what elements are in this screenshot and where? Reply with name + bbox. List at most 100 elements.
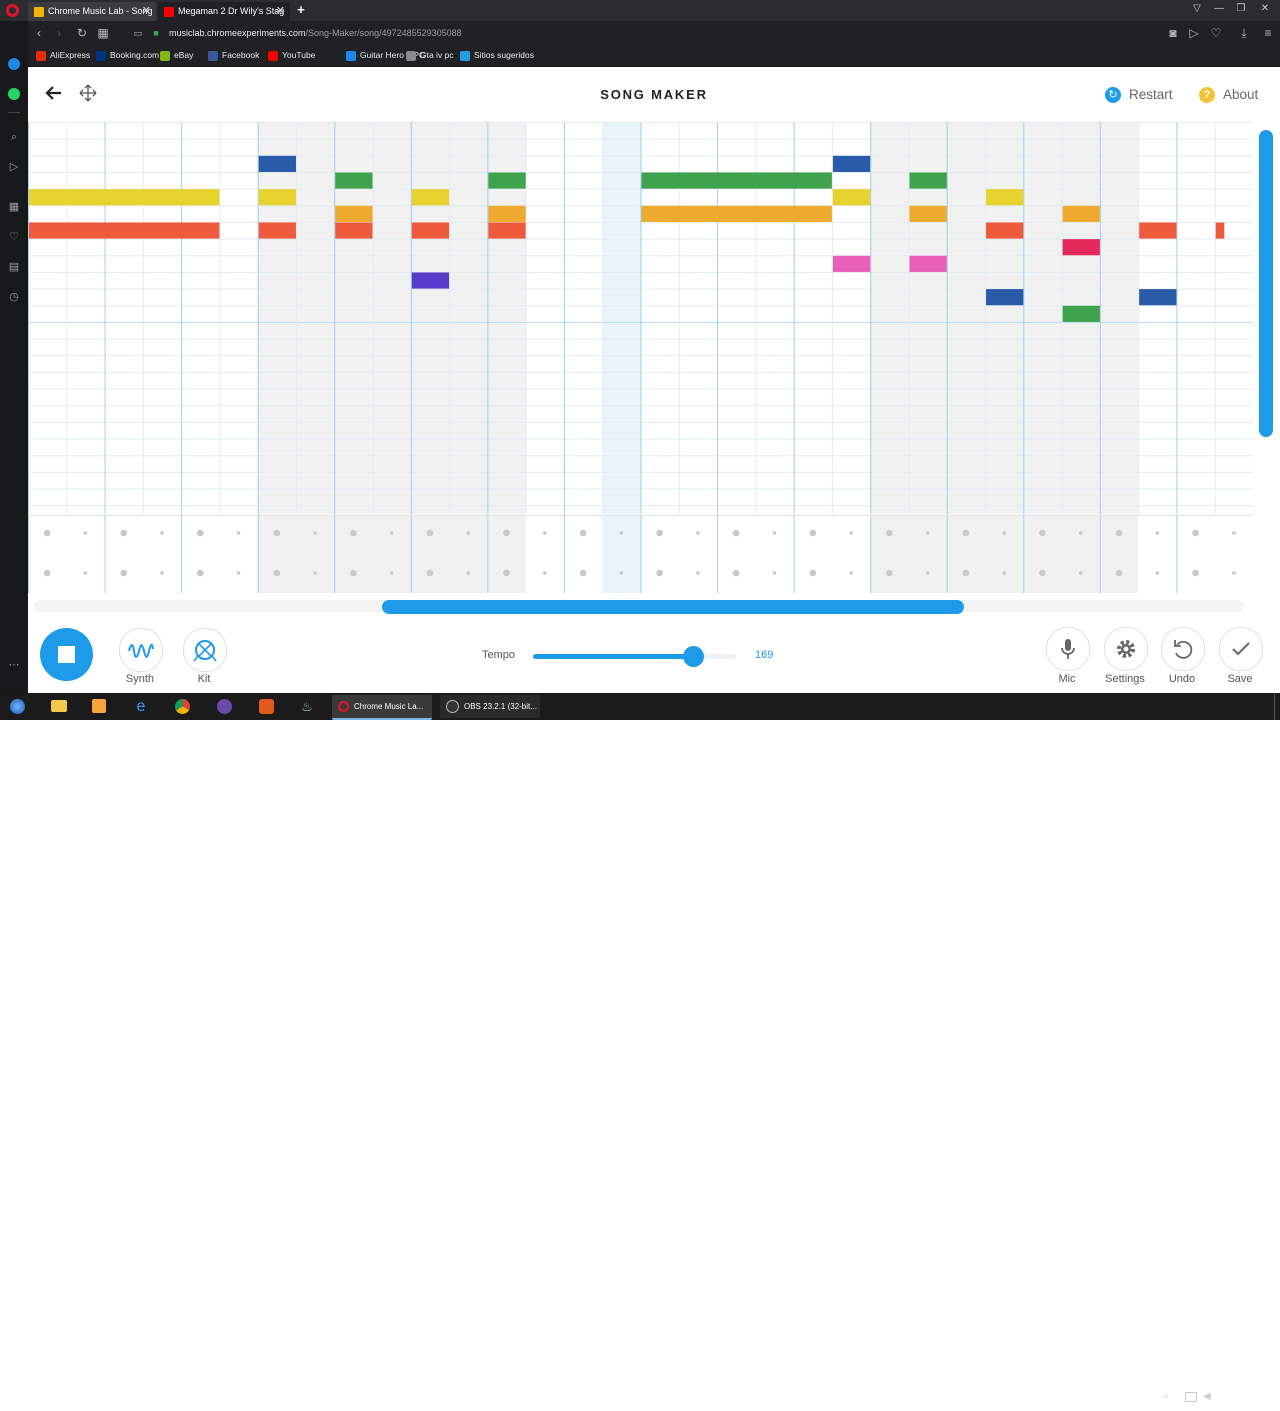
drum-dot[interactable] [962,569,970,577]
drum-dot[interactable] [619,571,624,575]
drum-dot[interactable] [350,529,357,537]
drum-dot[interactable] [503,529,510,537]
drum-dot[interactable] [542,531,547,535]
rhythm-grid[interactable] [28,515,1253,593]
save-button[interactable] [1219,627,1263,671]
drum-dot[interactable] [1115,569,1123,577]
drum-dot[interactable] [160,571,164,575]
drum-dot[interactable] [1115,529,1123,537]
show-desktop-button[interactable] [1274,693,1279,720]
search-icon[interactable]: ⌕ [6,129,22,145]
drum-dot[interactable] [1002,571,1006,575]
note-cell[interactable] [29,189,220,206]
note-cell[interactable] [986,289,1024,306]
maximize-icon[interactable]: ❐ [1232,2,1250,16]
horizontal-scrollbar[interactable] [382,600,964,614]
steam-icon[interactable]: ♨ [294,695,320,718]
drum-dot[interactable] [1078,531,1083,535]
more-icon[interactable]: ⋯ [6,657,22,673]
clock-time[interactable]: 13:08 [1226,1390,1262,1399]
drum-dot[interactable] [542,571,547,575]
tempo-knob[interactable] [683,646,705,667]
note-cell[interactable] [335,205,373,222]
note-cell[interactable] [488,205,526,222]
drum-dot[interactable] [1232,531,1236,535]
internet-explorer-icon[interactable]: e [128,695,154,718]
close-icon[interactable]: ✕ [142,2,151,21]
bookmark-item[interactable]: Booking.com [96,48,159,63]
news-icon[interactable]: ▤ [6,259,22,275]
drum-dot[interactable] [389,531,394,535]
note-cell[interactable] [411,222,450,239]
mic-button[interactable] [1046,627,1090,671]
drum-dot[interactable] [196,569,204,577]
vpn-icon[interactable]: ▭ [130,25,146,41]
drum-dot[interactable] [656,529,663,537]
drum-dot[interactable] [619,531,624,535]
settings-button[interactable] [1104,627,1148,671]
drum-dot[interactable] [196,529,204,537]
taskbar-item-chrome-music-lab[interactable]: Chrome Music La... [332,695,432,720]
drum-dot[interactable] [809,569,817,577]
drum-dot[interactable] [313,531,317,535]
messenger-icon[interactable] [6,58,22,74]
plus-icon[interactable]: + [294,2,308,18]
note-cell[interactable] [1062,239,1100,256]
bookmark-item[interactable]: eBay [160,48,193,63]
clock-date[interactable]: 22/08/2019 [1219,1402,1269,1411]
drum-dot[interactable] [120,529,128,537]
drum-dot[interactable] [83,571,88,575]
note-cell[interactable] [1062,305,1100,322]
drum-dot[interactable] [962,529,970,537]
send-icon[interactable]: ▷ [6,159,22,175]
drum-dot[interactable] [849,531,853,535]
drum-dot[interactable] [809,529,817,537]
note-cell[interactable] [1139,289,1177,306]
kit-button[interactable] [183,628,227,672]
note-cell[interactable] [909,205,947,222]
note-cell[interactable] [641,205,832,222]
lock-icon[interactable]: ■ [148,25,164,41]
camera-icon[interactable]: ◙ [1165,25,1181,41]
drum-dot[interactable] [503,569,510,577]
reload-icon[interactable]: ↻ [74,25,90,41]
close-window-icon[interactable]: ✕ [1256,2,1274,16]
url-field[interactable]: musiclab.chromeexperiments.com/Song-Make… [169,25,462,41]
drum-dot[interactable] [886,529,893,537]
stop-button[interactable] [40,628,93,681]
drum-dot[interactable] [236,531,241,535]
drum-dot[interactable] [579,569,587,577]
drum-dot[interactable] [43,529,51,537]
drum-dot[interactable] [886,569,893,577]
note-cell[interactable] [29,222,220,239]
note-cell[interactable] [258,155,296,172]
note-cell[interactable] [832,155,871,172]
forward-icon[interactable]: › [51,25,67,41]
network-icon[interactable] [1185,1392,1197,1402]
start-button[interactable] [4,695,32,718]
opera-logo[interactable] [6,4,19,17]
ch-app-icon[interactable] [212,695,238,718]
back-icon[interactable]: ‹ [31,25,47,41]
history-icon[interactable]: ◷ [6,289,22,305]
drum-dot[interactable] [350,569,357,577]
snap-icon[interactable]: ▽ [1188,2,1206,16]
undo-button[interactable] [1161,627,1205,671]
heart-icon[interactable]: ♡ [1208,25,1224,41]
drum-dot[interactable] [1232,571,1236,575]
vertical-scrollbar[interactable] [1259,130,1273,437]
drum-dot[interactable] [1192,529,1199,537]
close-icon[interactable]: ✕ [276,2,285,21]
bookmark-item[interactable]: YouTube [268,48,315,63]
game-icon[interactable] [254,695,280,718]
note-cell[interactable] [411,189,450,206]
browser-tab[interactable]: Megaman 2 Dr Wily's Stag ✕ [158,2,290,21]
tempo-slider[interactable] [533,646,736,667]
tray-expand-icon[interactable]: ^ [1164,1393,1168,1403]
bookmark-item[interactable]: Gta iv pc [406,48,454,63]
drum-dot[interactable] [273,569,281,577]
bookmark-item[interactable]: Sitios sugeridos [460,48,534,63]
drum-dot[interactable] [1039,569,1046,577]
note-cell[interactable] [909,255,947,272]
synth-button[interactable] [119,628,163,672]
